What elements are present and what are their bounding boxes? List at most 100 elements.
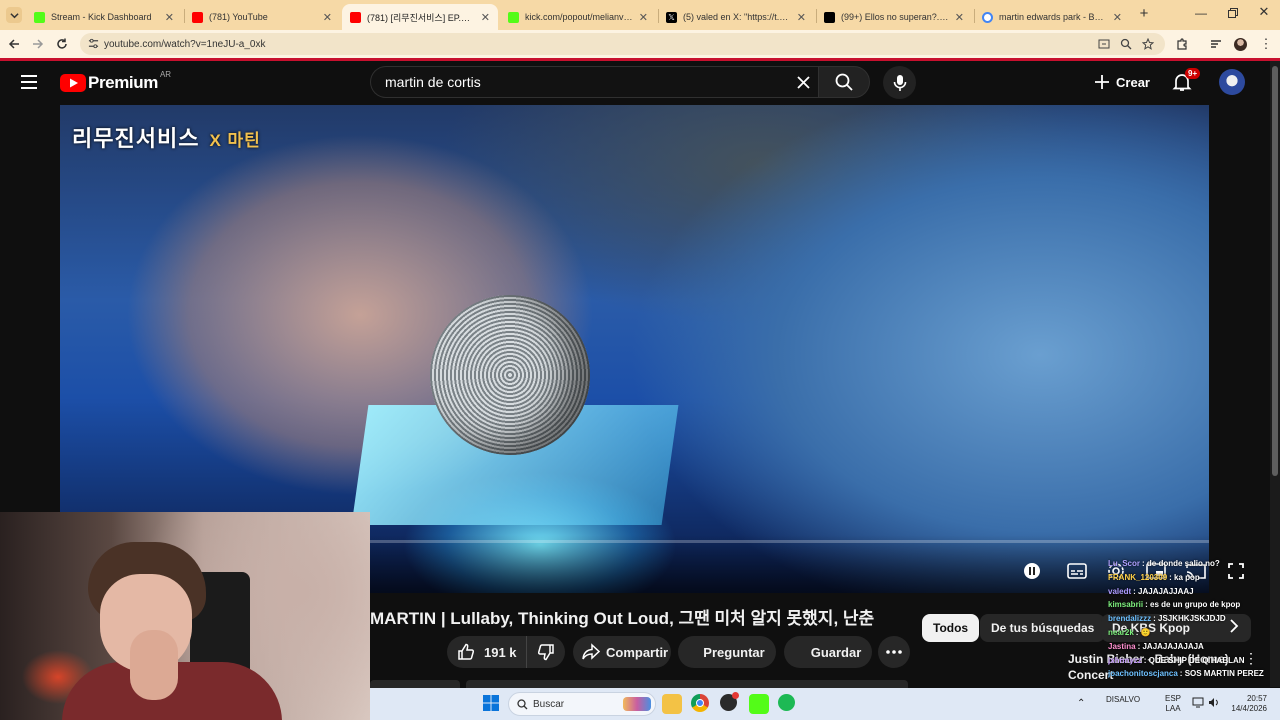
- back-button[interactable]: [4, 34, 24, 54]
- taskbar-search[interactable]: Buscar: [508, 692, 656, 716]
- volume-icon[interactable]: [1208, 697, 1220, 710]
- like-dislike-group: 191 k: [447, 636, 565, 668]
- account-avatar[interactable]: [1219, 69, 1245, 95]
- close-icon[interactable]: ✕: [481, 11, 490, 24]
- tab-google-search[interactable]: martin edwards park - Buscar c ✕: [974, 4, 1130, 30]
- tab-title: kick.com/popout/melianvalen/: [525, 12, 633, 22]
- chat-username: joachonitoscjanca: [1108, 669, 1178, 679]
- extensions-button[interactable]: [1172, 34, 1192, 54]
- chat-text: JSJKHKJSKJDJD: [1158, 614, 1226, 624]
- tab-search-button[interactable]: [6, 7, 22, 23]
- clear-search-icon[interactable]: [797, 76, 810, 89]
- browser-toolbar: youtube.com/watch?v=1neJU-a_0xk ⋮: [0, 30, 1280, 58]
- avatar: [1233, 37, 1247, 51]
- tab-kick-dashboard[interactable]: Stream - Kick Dashboard ✕: [26, 4, 182, 30]
- new-tab-button[interactable]: +: [1136, 6, 1152, 22]
- youtube-icon: [350, 11, 361, 23]
- tab-youtube-home[interactable]: (781) YouTube ✕: [184, 4, 340, 30]
- network-icon[interactable]: [1192, 697, 1204, 710]
- like-count: 191 k: [484, 644, 517, 660]
- voice-search-button[interactable]: [883, 66, 916, 99]
- clock[interactable]: 20:57 14/4/2026: [1227, 694, 1267, 714]
- bookmark-star-icon[interactable]: [1142, 38, 1154, 50]
- plus-icon: [1095, 75, 1110, 89]
- progress-bar[interactable]: [370, 540, 1209, 543]
- kick-icon: [508, 11, 519, 23]
- tab-strip: Stream - Kick Dashboard ✕ (781) YouTube …: [0, 0, 1280, 30]
- tab-title: (99+) Ellos no superan?... . . . .: [841, 12, 949, 22]
- chat-message: kimsabrii: es de un grupo de kpop: [1108, 600, 1241, 610]
- scrollbar-thumb[interactable]: [1272, 66, 1278, 476]
- site-info-icon[interactable]: [88, 38, 99, 49]
- close-icon[interactable]: ✕: [955, 11, 964, 24]
- language-indicator[interactable]: ESP LAA: [1165, 694, 1181, 714]
- tab-x[interactable]: 𝕏 (5) valed en X: "https://t.co/t3 ✕: [658, 4, 814, 30]
- chat-username: brendalizzz: [1108, 614, 1152, 624]
- notifications-button[interactable]: 9+: [1172, 68, 1201, 96]
- hamburger-menu-button[interactable]: [20, 74, 40, 90]
- chip-all[interactable]: Todos: [922, 614, 980, 642]
- tab-title: (781) YouTube: [209, 12, 268, 22]
- more-actions-button[interactable]: [878, 636, 910, 668]
- youtube-logo[interactable]: Premium AR: [60, 70, 171, 94]
- like-button[interactable]: 191 k: [447, 636, 527, 668]
- watermark-text: 리무진서비스: [72, 126, 200, 151]
- windows-taskbar: Buscar ⌃ DISALVO ESP LAA 20:57 14/4/2026: [370, 688, 1280, 720]
- close-icon[interactable]: ✕: [639, 11, 648, 24]
- video-watermark: 리무진서비스 X 마틴: [72, 121, 261, 153]
- zoom-icon[interactable]: [1120, 38, 1132, 50]
- share-button[interactable]: Compartir: [573, 636, 671, 668]
- tab-tiktok[interactable]: (99+) Ellos no superan?... . . . . ✕: [816, 4, 972, 30]
- chat-message: brendalizzz: JSJKHKJSKJDJD: [1108, 614, 1226, 624]
- close-icon[interactable]: ✕: [1113, 11, 1122, 24]
- reload-button[interactable]: [52, 34, 72, 54]
- profile-avatar[interactable]: [1230, 34, 1250, 54]
- search-query: martin de cortis: [385, 74, 481, 90]
- cast-page-icon[interactable]: [1098, 38, 1110, 50]
- chevron-down-icon: [9, 12, 19, 18]
- weather-widget[interactable]: DISALVO: [1106, 695, 1140, 704]
- chat-username: kimsabrii: [1108, 600, 1144, 610]
- address-bar[interactable]: youtube.com/watch?v=1neJU-a_0xk: [80, 33, 1165, 55]
- spotify-icon[interactable]: [778, 694, 798, 714]
- chip-from-searches[interactable]: De tus búsquedas: [980, 614, 1106, 642]
- puzzle-icon: [1177, 38, 1187, 50]
- dislike-button[interactable]: [527, 636, 565, 668]
- tab-title: Stream - Kick Dashboard: [51, 12, 152, 22]
- save-button[interactable]: Guardar: [784, 636, 872, 668]
- youtube-logo-icon: [60, 74, 86, 92]
- chat-message: jxhnnyzz: QUE SHIP DE Q HABLAN: [1108, 655, 1245, 665]
- forward-button[interactable]: [28, 34, 48, 54]
- tab-kick-popout[interactable]: kick.com/popout/melianvalen/ ✕: [500, 4, 656, 30]
- search-input[interactable]: martin de cortis: [370, 66, 818, 98]
- pause-button[interactable]: [1018, 558, 1046, 584]
- subtitles-button[interactable]: [1063, 558, 1091, 584]
- minimize-button[interactable]: —: [1193, 6, 1209, 22]
- chat-text: 🙂: [1140, 627, 1151, 637]
- webcam-overlay: [0, 512, 370, 720]
- tab-youtube-video[interactable]: (781) [리무진서비스] EP.195 코 ✕: [342, 4, 498, 30]
- share-icon: [582, 643, 600, 660]
- video-title: MARTIN | Lullaby, Thinking Out Loud, 그땐 …: [370, 609, 875, 628]
- close-icon[interactable]: ✕: [323, 11, 332, 24]
- obs-icon[interactable]: [720, 692, 740, 714]
- file-explorer-icon[interactable]: [662, 694, 682, 714]
- close-icon[interactable]: ✕: [165, 11, 174, 24]
- youtube-icon: [192, 11, 203, 23]
- watermark-sub: X 마틴: [209, 131, 261, 150]
- ask-button[interactable]: Preguntar: [678, 636, 776, 668]
- chrome-menu-button[interactable]: ⋮: [1256, 34, 1276, 54]
- chat-message: joachonitoscjanca: SOS MARTIN PEREZ: [1108, 669, 1264, 679]
- tray-overflow-icon[interactable]: ⌃: [1077, 698, 1085, 709]
- chat-text: ka pop: [1174, 572, 1200, 582]
- chrome-icon[interactable]: [691, 694, 711, 714]
- create-button[interactable]: Crear: [1088, 66, 1156, 98]
- search-highlight-icon: [623, 697, 651, 711]
- close-icon[interactable]: ✕: [797, 11, 806, 24]
- reading-list-button[interactable]: [1206, 34, 1226, 54]
- search-button[interactable]: [818, 66, 870, 98]
- start-button[interactable]: [482, 694, 502, 714]
- restore-button[interactable]: [1227, 6, 1243, 22]
- close-window-button[interactable]: ✕: [1256, 4, 1272, 20]
- kick-app-icon[interactable]: [749, 694, 769, 714]
